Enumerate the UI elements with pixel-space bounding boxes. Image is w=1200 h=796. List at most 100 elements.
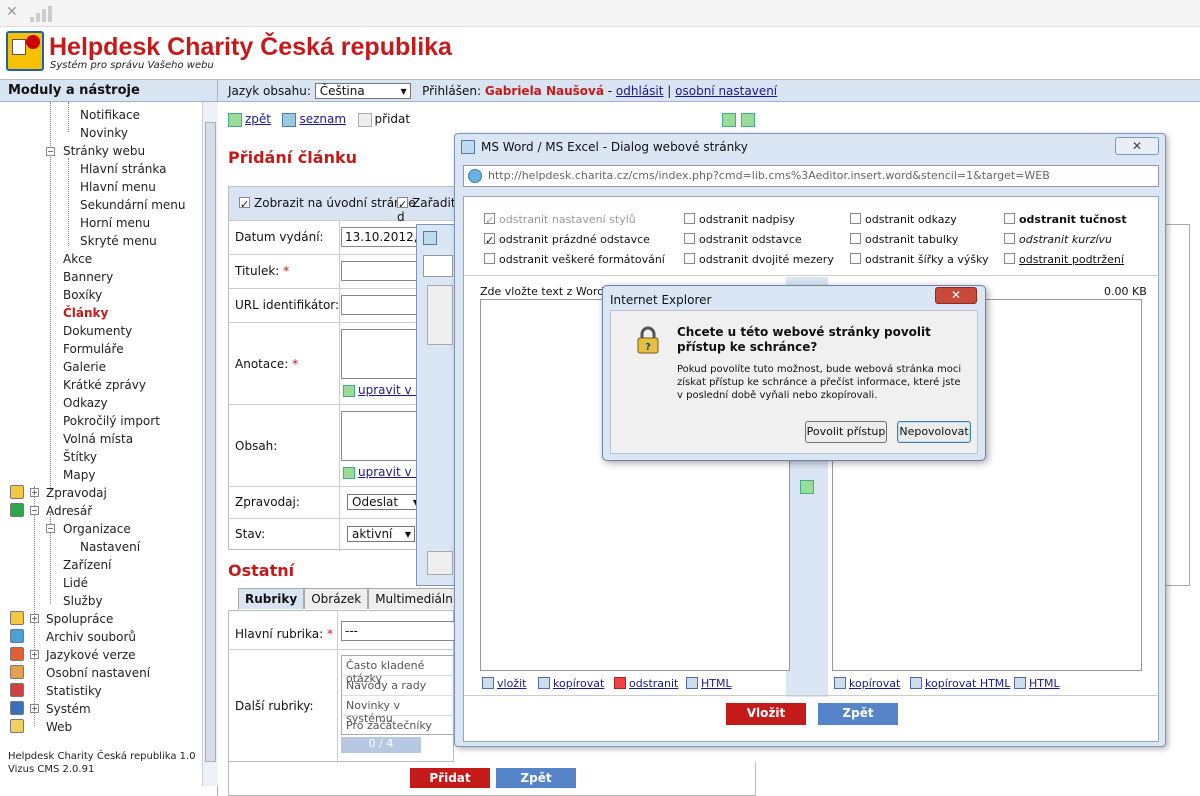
close-button[interactable]: ✕: [935, 287, 977, 304]
sidebar-item-hlavni-stranka[interactable]: Hlavní stránka: [80, 162, 167, 176]
sidebar-item-jazykove-verze[interactable]: Jazykové verze: [46, 648, 136, 662]
sidebar-item-lide[interactable]: Lidé: [63, 576, 88, 590]
collapse-icon[interactable]: −: [30, 506, 39, 515]
settings-link[interactable]: osobní nastavení: [675, 84, 777, 98]
classify-checkbox[interactable]: ✓: [397, 197, 408, 211]
html-result-link[interactable]: HTML: [1029, 677, 1060, 690]
sidebar-item-web[interactable]: Web: [46, 720, 72, 734]
left-pane-label: Zde vložte text z Wordu n: [480, 285, 622, 298]
close-button[interactable]: ✕: [1115, 137, 1159, 155]
collapse-icon[interactable]: −: [46, 147, 55, 156]
sidebar-item-osobni-nastaveni[interactable]: Osobní nastavení: [46, 666, 150, 680]
url-bar[interactable]: http://helpdesk.charita.cz/cms/index.php…: [463, 165, 1159, 187]
copy-link[interactable]: kopírovat: [553, 677, 604, 690]
dialog-title: MS Word / MS Excel - Dialog webové strán…: [481, 140, 748, 154]
insert-button[interactable]: Vložit: [726, 703, 806, 725]
logout-link[interactable]: odhlásit: [616, 84, 664, 98]
option-checkbox[interactable]: [484, 253, 495, 264]
sidebar-item-system[interactable]: Systém: [46, 702, 91, 716]
add-link[interactable]: přidat: [375, 112, 411, 126]
form-footer: [228, 762, 756, 796]
option-checkbox[interactable]: [684, 233, 695, 244]
collapse-icon[interactable]: −: [46, 524, 55, 533]
sidebar-item-stitky[interactable]: Štítky: [63, 450, 97, 464]
html-link[interactable]: HTML: [701, 677, 732, 690]
sidebar-item-nastaveni[interactable]: Nastavení: [80, 540, 140, 554]
sidebar-item-clanky[interactable]: Články: [63, 306, 108, 320]
sidebar-item-boxiky[interactable]: Boxíky: [63, 288, 102, 302]
language-select[interactable]: Čeština: [314, 83, 411, 99]
sidebar-item-dokumenty[interactable]: Dokumenty: [63, 324, 132, 338]
sidebar-item-statistiky[interactable]: Statistiky: [46, 684, 102, 698]
close-icon[interactable]: ✕: [6, 4, 18, 20]
sidebar-item-mapy[interactable]: Mapy: [63, 468, 95, 482]
option-checkbox[interactable]: ✓: [484, 213, 495, 227]
scrollbar-thumb[interactable]: [205, 122, 216, 762]
sidebar-item-zarizeni[interactable]: Zařízení: [63, 558, 111, 572]
sidebar-item-stranky-webu[interactable]: Stránky webu: [63, 144, 145, 158]
expand-icon[interactable]: +: [30, 704, 39, 713]
dialog-back-button[interactable]: Zpět: [818, 703, 898, 725]
switch-icon[interactable]: [741, 113, 755, 127]
tab-rubriky[interactable]: Rubriky: [238, 588, 305, 609]
add-article-button[interactable]: Přidat: [410, 768, 490, 788]
expand-icon[interactable]: +: [30, 650, 39, 659]
list-link[interactable]: seznam: [299, 112, 346, 126]
option-checkbox[interactable]: [684, 213, 695, 224]
rubric-option[interactable]: Návody a rady: [342, 676, 454, 696]
sidebar-item-spoluprace[interactable]: Spolupráce: [46, 612, 113, 626]
back-button[interactable]: Zpět: [496, 768, 576, 788]
deny-button[interactable]: Nepovolovat: [897, 421, 971, 443]
rubric-option[interactable]: Pro začátečníky: [342, 716, 454, 736]
paste-link[interactable]: vložit: [497, 677, 526, 690]
option-checkbox[interactable]: [1004, 213, 1015, 224]
copy-html-link[interactable]: kopírovat HTML: [925, 677, 1010, 690]
main-rubric-select[interactable]: ---: [341, 621, 455, 641]
expand-icon[interactable]: +: [30, 488, 39, 497]
option-checkbox[interactable]: [850, 253, 861, 264]
sidebar-item-sluzby[interactable]: Služby: [63, 594, 103, 608]
sidebar-item-zpravodaj[interactable]: Zpravodaj: [46, 486, 107, 500]
sidebar-item-notifikace[interactable]: Notifikace: [80, 108, 140, 122]
sidebar-item-galerie[interactable]: Galerie: [63, 360, 106, 374]
sidebar-item-archiv-souboru[interactable]: Archiv souborů: [46, 630, 136, 644]
sidebar-item-sekundarni-menu[interactable]: Sekundární menu: [80, 198, 186, 212]
delete-link[interactable]: odstranit: [629, 677, 678, 690]
option-checkbox[interactable]: [1004, 233, 1015, 244]
expand-icon[interactable]: +: [30, 614, 39, 623]
sidebar-item-formulare[interactable]: Formuláře: [63, 342, 124, 356]
sidebar-item-novinky[interactable]: Novinky: [80, 126, 128, 140]
copy-result-link[interactable]: kopírovat: [849, 677, 900, 690]
list-icon: [282, 112, 297, 127]
app-header: Helpdesk Charity Česká republika Systém …: [0, 28, 1200, 80]
allow-access-button[interactable]: Povolit přístup: [805, 421, 887, 443]
sidebar-item-akce[interactable]: Akce: [63, 252, 92, 266]
tab-obrazek[interactable]: Obrázek: [304, 588, 369, 609]
sidebar-item-horni-menu[interactable]: Horní menu: [80, 216, 150, 230]
sidebar-item-hlavni-menu[interactable]: Hlavní menu: [80, 180, 156, 194]
edit-pencil-icon: [343, 466, 355, 479]
option-checkbox[interactable]: [850, 213, 861, 224]
sidebar-item-adresar[interactable]: Adresář: [46, 504, 92, 518]
rubric-option[interactable]: Často kladené otázky: [342, 656, 454, 685]
sidebar-item-skryte-menu[interactable]: Skryté menu: [80, 234, 157, 248]
option-checkbox[interactable]: [684, 253, 695, 264]
sidebar-item-bannery[interactable]: Bannery: [63, 270, 113, 284]
back-link[interactable]: zpět: [245, 112, 271, 126]
sidebar-item-kratke-zpravy[interactable]: Krátké zprávy: [63, 378, 146, 392]
sidebar-item-odkazy[interactable]: Odkazy: [63, 396, 108, 410]
state-label: Stav:: [235, 527, 266, 541]
rubric-option[interactable]: Novinky v systému: [342, 696, 454, 725]
sidebar-scrollbar[interactable]: [202, 102, 218, 786]
option-checkbox[interactable]: ✓: [484, 233, 495, 247]
newsletter-select[interactable]: Odeslat: [347, 494, 423, 510]
option-checkbox[interactable]: [1004, 253, 1015, 264]
sidebar-item-organizace[interactable]: Organizace: [63, 522, 131, 536]
option-checkbox[interactable]: [850, 233, 861, 244]
transfer-arrow-icon[interactable]: [800, 480, 814, 494]
state-select[interactable]: aktivní: [347, 526, 415, 542]
sidebar-item-pokrocily-import[interactable]: Pokročilý import: [63, 414, 160, 428]
sidebar-item-volna-mista[interactable]: Volná místa: [63, 432, 133, 446]
show-on-home-checkbox[interactable]: ✓: [239, 197, 250, 211]
refresh-icon[interactable]: [722, 113, 736, 127]
